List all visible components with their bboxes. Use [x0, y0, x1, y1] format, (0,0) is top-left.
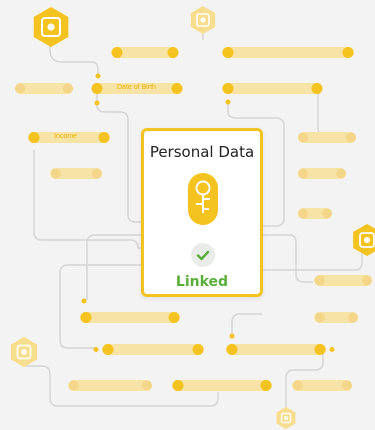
lock-icon: [11, 337, 37, 367]
lock-icon: [190, 6, 216, 34]
data-field-bottom-center: [172, 380, 272, 391]
data-field-lower-left: [80, 312, 180, 323]
personal-data-card: Personal Data Linked: [141, 128, 263, 297]
date-of-birth-label: Date of Birth: [117, 84, 156, 91]
card-title: Personal Data: [149, 143, 255, 161]
lock-icon: [276, 407, 296, 429]
check-icon: [191, 243, 215, 267]
data-field-bottom-right: [226, 344, 326, 355]
data-field-bottom-left: [102, 344, 204, 355]
linked-status: Linked: [175, 274, 229, 290]
data-field-top-left: [111, 47, 179, 58]
data-field-top-right: [222, 47, 354, 58]
income-label: Income: [54, 133, 77, 140]
lock-icon: [33, 7, 69, 47]
data-field-right-2: [222, 83, 323, 94]
lock-icon: [353, 224, 375, 256]
fingerprint-icon: [188, 173, 218, 225]
